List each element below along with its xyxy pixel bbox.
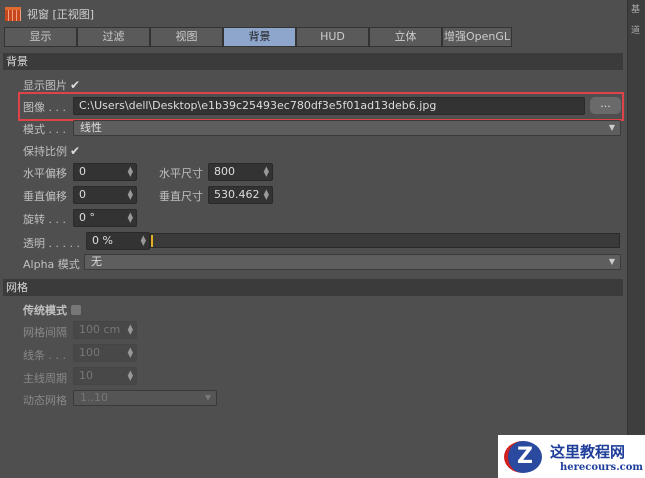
lines-field[interactable]: 100 ▲ ▼ bbox=[73, 344, 137, 362]
spinner-icon[interactable]: ▲ ▼ bbox=[264, 189, 269, 201]
grid-spacing-field[interactable]: 100 cm ▲ ▼ bbox=[73, 321, 137, 339]
tab-background[interactable]: 背景 bbox=[223, 27, 296, 47]
tab-view[interactable]: 视图 bbox=[150, 27, 223, 47]
h-size-value: 800 bbox=[214, 165, 235, 178]
side-tab-basic[interactable]: 基 bbox=[631, 2, 645, 15]
v-size-label: 垂直尺寸 bbox=[159, 190, 203, 203]
v-offset-value: 0 bbox=[79, 188, 86, 201]
spinner-icon[interactable]: ▲ ▼ bbox=[128, 347, 133, 359]
slider-thumb[interactable] bbox=[151, 235, 153, 247]
spinner-icon[interactable]: ▲ ▼ bbox=[128, 370, 133, 382]
side-tab-2[interactable]: 道 bbox=[631, 23, 645, 36]
show-image-checkbox[interactable]: ✔ bbox=[70, 78, 80, 92]
side-panel: 基 道 bbox=[627, 0, 645, 478]
v-size-value: 530.462 bbox=[214, 188, 260, 201]
section-grid[interactable]: 网格 bbox=[3, 279, 623, 296]
tab-enhanced-opengl[interactable]: 增强OpenGL bbox=[442, 27, 512, 47]
h-size-field[interactable]: 800 ▲ ▼ bbox=[208, 163, 273, 181]
browse-button[interactable]: ... bbox=[590, 97, 621, 114]
rotation-value: 0 ° bbox=[79, 211, 95, 224]
chevron-down-icon: ▼ bbox=[608, 123, 615, 132]
watermark-title: 这里教程网 bbox=[550, 442, 626, 461]
rotation-label: 旋转 . . . bbox=[23, 213, 66, 226]
mode-label: 模式 . . . bbox=[23, 123, 66, 136]
tab-bar: 显示 过滤 视图 背景 HUD 立体 增强OpenGL bbox=[4, 27, 512, 47]
grid-spacing-value: 100 cm bbox=[79, 323, 121, 336]
v-offset-label: 垂直偏移 bbox=[23, 190, 67, 203]
mode-dropdown[interactable]: 线性 ▼ bbox=[73, 120, 621, 136]
window-title: 视窗 [正视图] bbox=[5, 6, 94, 22]
rotation-field[interactable]: 0 ° ▲ ▼ bbox=[73, 209, 137, 227]
spinner-icon[interactable]: ▲ ▼ bbox=[141, 235, 146, 247]
tab-display[interactable]: 显示 bbox=[4, 27, 77, 47]
tab-hud[interactable]: HUD bbox=[296, 27, 369, 47]
h-size-label: 水平尺寸 bbox=[159, 167, 203, 180]
alpha-mode-value: 无 bbox=[91, 255, 102, 268]
keep-ratio-checkbox[interactable]: ✔ bbox=[70, 144, 80, 158]
transparency-slider[interactable] bbox=[150, 233, 620, 248]
mode-value: 线性 bbox=[80, 121, 102, 134]
legacy-mode-checkbox[interactable] bbox=[71, 305, 81, 315]
lines-value: 100 bbox=[79, 346, 100, 359]
chevron-down-icon: ▼ bbox=[608, 257, 615, 266]
section-background[interactable]: 背景 bbox=[3, 53, 623, 70]
h-offset-value: 0 bbox=[79, 165, 86, 178]
spinner-icon[interactable]: ▲ ▼ bbox=[128, 166, 133, 178]
spinner-icon[interactable]: ▲ ▼ bbox=[128, 212, 133, 224]
image-path-field[interactable]: C:\Users\dell\Desktop\e1b39c25493ec780df… bbox=[73, 97, 585, 115]
alpha-mode-dropdown[interactable]: 无 ▼ bbox=[84, 254, 621, 270]
transparency-value: 0 % bbox=[92, 234, 113, 247]
transparency-label: 透明 . . . . . bbox=[23, 237, 80, 250]
major-period-value: 10 bbox=[79, 369, 93, 382]
v-offset-field[interactable]: 0 ▲ ▼ bbox=[73, 186, 137, 204]
lines-label: 线条 . . . bbox=[23, 349, 66, 362]
transparency-field[interactable]: 0 % ▲ ▼ bbox=[86, 232, 150, 250]
spinner-icon[interactable]: ▲ ▼ bbox=[128, 189, 133, 201]
legacy-mode-label: 传统模式 bbox=[23, 304, 67, 317]
watermark-logo-icon: Z bbox=[504, 440, 542, 473]
watermark: Z 这里教程网 herecours.com bbox=[498, 435, 645, 478]
major-period-field[interactable]: 10 ▲ ▼ bbox=[73, 367, 137, 385]
spinner-icon[interactable]: ▲ ▼ bbox=[264, 166, 269, 178]
attribute-panel: 视窗 [正视图] 显示 过滤 视图 背景 HUD 立体 增强OpenGL 背景 … bbox=[0, 0, 627, 478]
show-image-label: 显示图片 bbox=[23, 79, 67, 92]
chevron-down-icon: ▼ bbox=[204, 393, 211, 402]
grid-spacing-label: 网格间隔 bbox=[23, 326, 67, 339]
watermark-url: herecours.com bbox=[560, 461, 644, 473]
keep-ratio-label: 保持比例 bbox=[23, 145, 67, 158]
h-offset-label: 水平偏移 bbox=[23, 167, 67, 180]
major-period-label: 主线周期 bbox=[23, 372, 67, 385]
tab-stereo[interactable]: 立体 bbox=[369, 27, 442, 47]
viewport-icon bbox=[5, 7, 21, 21]
window-title-text: 视窗 [正视图] bbox=[27, 8, 95, 21]
v-size-field[interactable]: 530.462 ▲ ▼ bbox=[208, 186, 273, 204]
alpha-mode-label: Alpha 模式 bbox=[23, 258, 80, 271]
h-offset-field[interactable]: 0 ▲ ▼ bbox=[73, 163, 137, 181]
spinner-icon[interactable]: ▲ ▼ bbox=[128, 324, 133, 336]
dynamic-grid-dropdown[interactable]: 1..10 ▼ bbox=[73, 390, 217, 406]
image-label: 图像 . . . bbox=[23, 101, 66, 114]
dynamic-grid-label: 动态网格 bbox=[23, 394, 67, 407]
dynamic-grid-value: 1..10 bbox=[80, 391, 108, 404]
tab-filter[interactable]: 过滤 bbox=[77, 27, 150, 47]
